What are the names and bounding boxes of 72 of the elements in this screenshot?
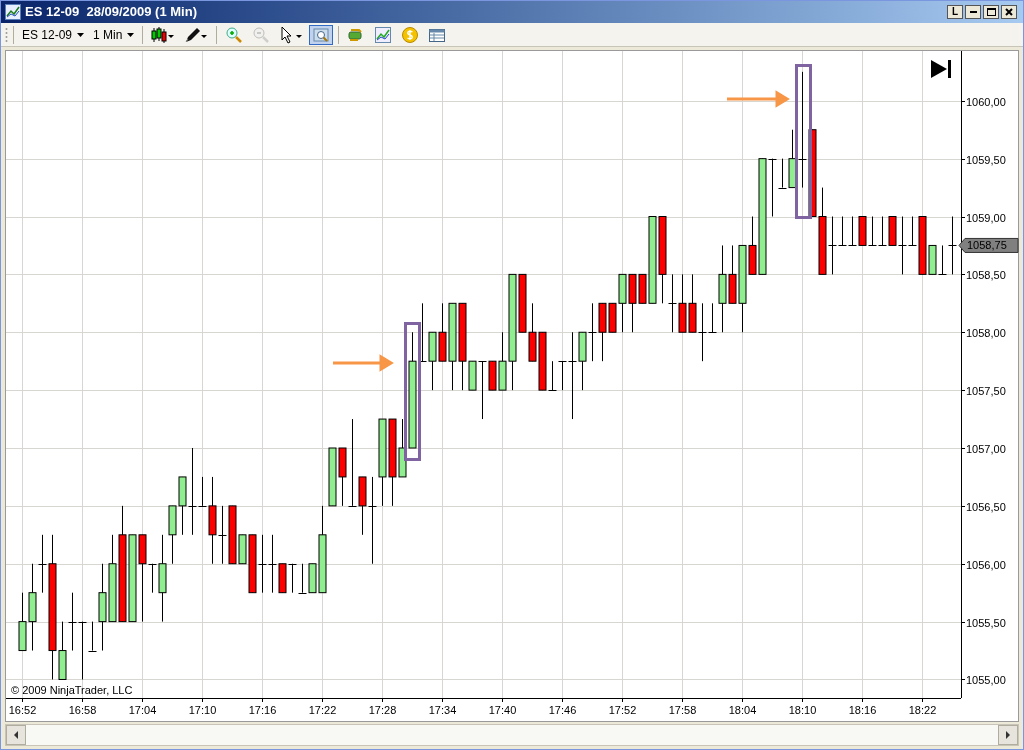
price-label: 1055,50 (966, 616, 1006, 629)
time-label: 17:46 (548, 704, 577, 716)
close-icon (1005, 8, 1013, 16)
time-label: 18:22 (908, 704, 937, 716)
scroll-left-button[interactable] (6, 725, 26, 745)
time-label: 17:52 (608, 704, 637, 716)
price-label: 1057,50 (966, 384, 1006, 397)
candlestick (588, 302, 597, 362)
chart-icon (5, 4, 21, 20)
price-label: 1058,00 (966, 326, 1006, 339)
minimize-icon (969, 11, 977, 13)
maximize-button[interactable] (983, 5, 999, 19)
price-label: 1055,00 (966, 673, 1006, 686)
pointer-icon (279, 25, 304, 44)
time-label: 17:04 (128, 704, 157, 716)
time-label: 18:04 (728, 704, 757, 716)
zoom-in-icon (225, 25, 244, 44)
candlestick (428, 331, 437, 391)
time-label: 18:10 (788, 704, 817, 716)
right-arrow-icon (1005, 731, 1011, 739)
time-label: 17:22 (308, 704, 337, 716)
candlestick (298, 563, 307, 594)
scroll-to-end-icon[interactable] (931, 60, 951, 78)
interval-dropdown[interactable]: 1 Min (90, 25, 138, 44)
time-label: 17:28 (368, 704, 397, 716)
arrow (725, 90, 790, 108)
zoom-out-icon (252, 25, 271, 44)
time-label: 17:40 (488, 704, 517, 716)
time-label: 16:58 (68, 704, 97, 716)
time-label: 17:16 (248, 704, 277, 716)
pen-icon (184, 25, 209, 44)
arrow (331, 354, 394, 372)
last-price-marker: 1058,75 (958, 237, 1019, 253)
caret-icon (127, 32, 135, 37)
candlestick (68, 592, 77, 652)
close-button[interactable] (1001, 5, 1017, 19)
zoom-box-icon (312, 25, 331, 44)
toolbar-grip-icon (5, 26, 8, 43)
candlestick (288, 563, 297, 594)
candlestick (688, 273, 697, 333)
price-label: 1059,00 (966, 211, 1006, 224)
candlestick (848, 216, 857, 246)
dollar-coin-icon (401, 25, 420, 44)
time-label: 16:52 (8, 704, 37, 716)
copyright-text: © 2009 NinjaTrader, LLC (11, 684, 133, 696)
candlestick (868, 216, 877, 246)
time-label: 17:34 (428, 704, 457, 716)
window-title: ES 12-09 28/09/2009 (1 Min) (25, 3, 197, 22)
zoom-box-button[interactable] (309, 24, 334, 45)
candlestick (878, 216, 887, 246)
price-label: 1056,50 (966, 500, 1006, 513)
price-label: 1057,00 (966, 442, 1006, 455)
candlestick-icon (151, 25, 176, 44)
layout-button[interactable]: L (947, 5, 963, 19)
candlestick (258, 534, 267, 594)
candlestick (858, 216, 867, 246)
price-label: 1060,00 (966, 95, 1006, 108)
scroll-right-button[interactable] (998, 725, 1018, 745)
time-label: 18:16 (848, 704, 877, 716)
price-label: 1059,50 (966, 153, 1006, 166)
time-label: 17:10 (188, 704, 217, 716)
caret-icon (77, 32, 85, 37)
minimize-button[interactable] (965, 5, 981, 19)
time-label: 17:58 (668, 704, 697, 716)
maximize-icon (986, 8, 996, 16)
price-label: 1056,00 (966, 558, 1006, 571)
left-arrow-icon (13, 731, 19, 739)
candlestick (528, 302, 537, 362)
line-chart-icon (374, 25, 393, 44)
candlestick (678, 273, 687, 333)
price-label: 1058,50 (966, 268, 1006, 281)
instrument-dropdown[interactable]: ES 12-09 (19, 25, 88, 44)
